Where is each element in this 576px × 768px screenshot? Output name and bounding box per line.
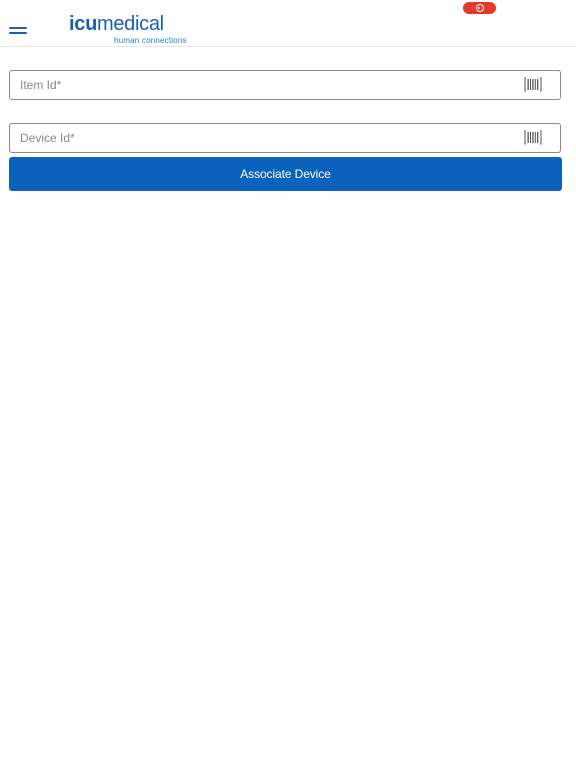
device-id-input[interactable] [20, 124, 520, 152]
barcode-scan-icon[interactable] [524, 130, 542, 145]
logo-wordmark-light: medical [97, 13, 164, 35]
item-id-field[interactable] [9, 70, 561, 100]
icu-medical-logo: icumedical human connections [69, 12, 189, 46]
associate-device-button[interactable]: Associate Device [9, 157, 562, 191]
item-id-input[interactable] [20, 71, 520, 99]
barcode-scan-icon[interactable] [524, 77, 542, 92]
logo-wordmark-bold: icu [69, 13, 97, 35]
logo-wordmark: icumedical [69, 12, 164, 36]
device-id-field[interactable] [9, 123, 561, 153]
record-icon [475, 4, 484, 12]
record-indicator[interactable] [463, 2, 496, 14]
app-header: icumedical human connections [0, 0, 576, 47]
hamburger-menu-icon[interactable] [9, 24, 29, 40]
logo-tagline: human connections [114, 36, 187, 45]
app-screen: icumedical human connections Item Id* De… [0, 0, 576, 768]
